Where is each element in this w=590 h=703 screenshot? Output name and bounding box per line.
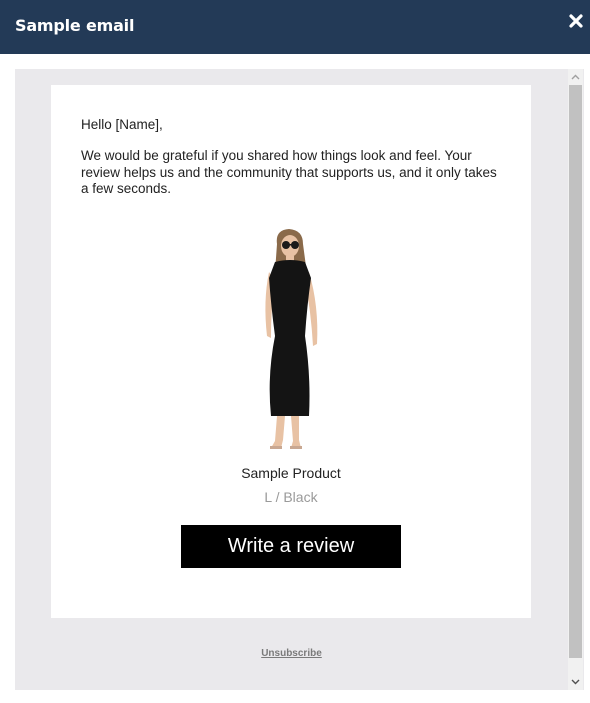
email-greeting: Hello [Name], <box>81 117 163 132</box>
product-variant: L / Black <box>264 489 318 505</box>
email-body-text: We would be grateful if you shared how t… <box>81 148 497 196</box>
modal-header: Sample email <box>0 0 590 54</box>
email-preview-viewport: Hello [Name], We would be grateful if yo… <box>15 69 584 690</box>
product-name: Sample Product <box>241 465 341 481</box>
modal-title: Sample email <box>15 16 135 35</box>
write-review-button[interactable]: Write a review <box>181 525 401 568</box>
scroll-up-arrow-icon[interactable] <box>568 69 583 85</box>
scroll-down-arrow-icon[interactable] <box>568 674 583 690</box>
scrollbar-thumb[interactable] <box>569 85 582 658</box>
email-card: Hello [Name], We would be grateful if yo… <box>51 85 531 618</box>
close-icon[interactable] <box>568 13 584 29</box>
unsubscribe-link[interactable]: Unsubscribe <box>15 648 568 659</box>
vertical-scrollbar[interactable] <box>568 69 583 690</box>
product-image <box>241 226 341 451</box>
